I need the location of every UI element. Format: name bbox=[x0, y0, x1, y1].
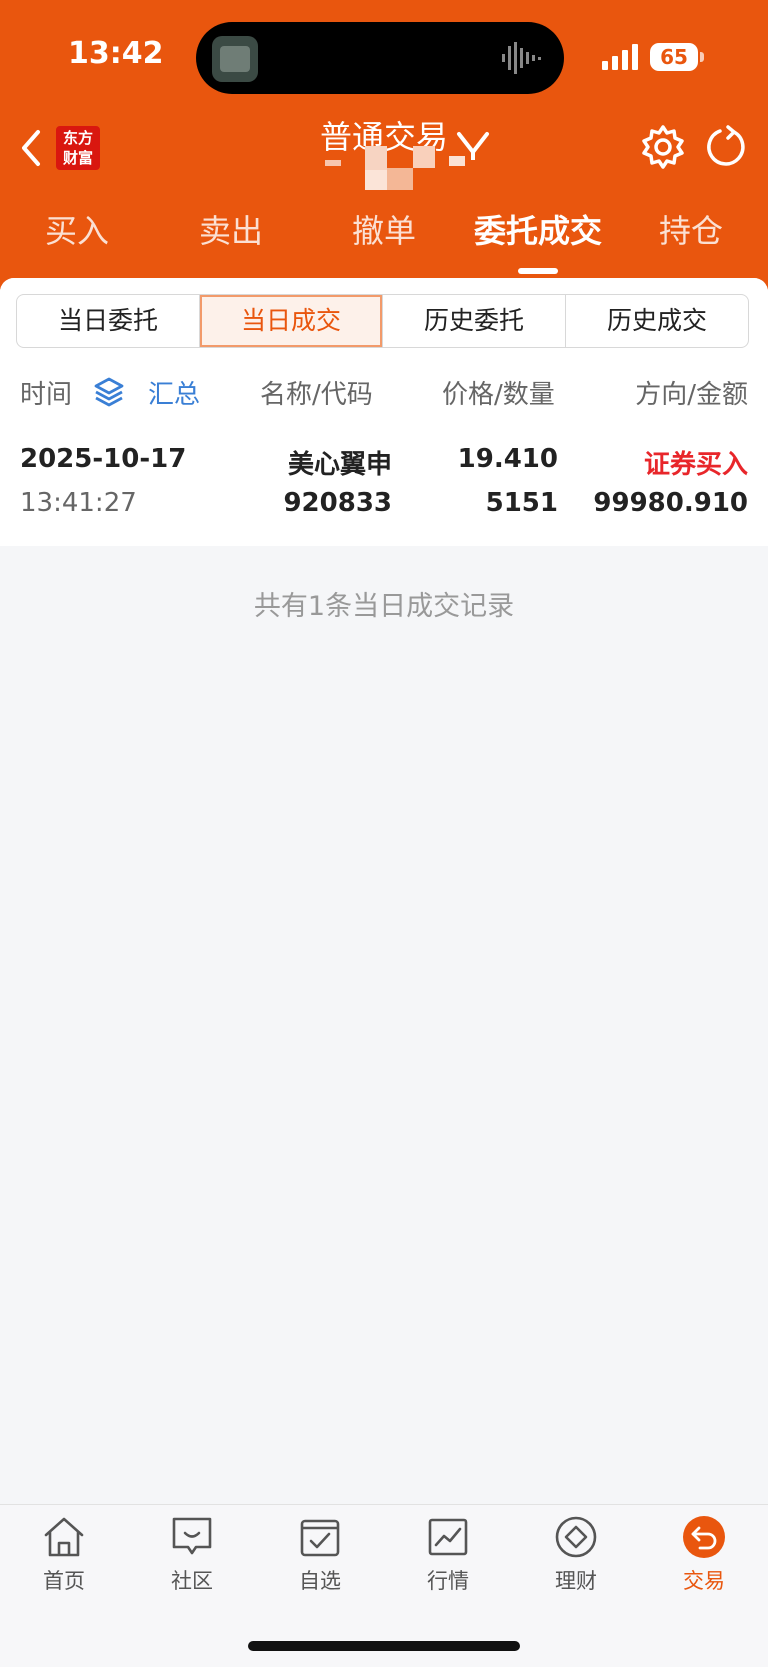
table-header: 时间 汇总 名称/代码 价格/数量 方向/金额 bbox=[0, 374, 768, 418]
nav-community[interactable]: 社区 bbox=[128, 1515, 256, 1595]
tab-positions[interactable]: 持仓 bbox=[614, 206, 768, 252]
tab-orders-trades[interactable]: 委托成交 bbox=[461, 206, 615, 252]
media-thumbnail bbox=[212, 36, 258, 82]
nav-wealth-label: 理财 bbox=[555, 1569, 597, 1593]
active-tab-indicator bbox=[518, 268, 558, 274]
summary-link[interactable]: 汇总 bbox=[148, 374, 200, 411]
col-name-code: 名称/代码 bbox=[260, 380, 373, 410]
tab-sell[interactable]: 卖出 bbox=[154, 206, 308, 252]
settings-button[interactable] bbox=[640, 124, 686, 174]
col-dir-amount: 方向/金额 bbox=[635, 380, 748, 410]
nav-trade-label: 交易 bbox=[683, 1569, 725, 1593]
col-time: 时间 bbox=[20, 380, 73, 410]
market-icon bbox=[428, 1518, 468, 1556]
battery-nub bbox=[700, 52, 704, 62]
trade-direction: 证券买入 bbox=[643, 450, 748, 480]
subtab-history-trades[interactable]: 历史成交 bbox=[566, 295, 748, 347]
record-count-note: 共有1条当日成交记录 bbox=[253, 591, 515, 622]
trade-amount: 99980.910 bbox=[593, 488, 748, 518]
account-mosaic bbox=[325, 146, 465, 190]
content-area: 当日委托 当日成交 历史委托 历史成交 时间 汇总 名称/代码 价格/数量 方向… bbox=[0, 278, 768, 1667]
nav-watchlist-label: 自选 bbox=[299, 1569, 341, 1593]
sub-tab-bar: 当日委托 当日成交 历史委托 历史成交 bbox=[16, 294, 749, 348]
table-row[interactable]: 2025-10-17 13:41:27 美心翼申 920833 19.410 5… bbox=[0, 444, 768, 544]
nav-watchlist[interactable]: 自选 bbox=[256, 1515, 384, 1595]
gear-icon bbox=[642, 125, 684, 169]
trades-panel: 当日委托 当日成交 历史委托 历史成交 时间 汇总 名称/代码 价格/数量 方向… bbox=[0, 278, 768, 546]
subtab-today-trades[interactable]: 当日成交 bbox=[200, 295, 383, 347]
nav-home-label: 首页 bbox=[43, 1569, 85, 1593]
subtab-history-orders[interactable]: 历史委托 bbox=[383, 295, 566, 347]
nav-wealth[interactable]: 理财 bbox=[512, 1515, 640, 1595]
nav-home[interactable]: 首页 bbox=[0, 1515, 128, 1595]
col-price-qty: 价格/数量 bbox=[442, 380, 555, 410]
watchlist-icon bbox=[300, 1519, 340, 1557]
home-icon bbox=[44, 1517, 84, 1557]
stock-code: 920833 bbox=[283, 488, 392, 518]
audio-wave-icon bbox=[502, 42, 541, 74]
signal-icon bbox=[602, 44, 638, 70]
trade-icon bbox=[683, 1516, 725, 1558]
nav-market[interactable]: 行情 bbox=[384, 1515, 512, 1595]
main-tab-bar: 买入 卖出 撤单 委托成交 持仓 bbox=[0, 206, 768, 266]
trade-date: 2025-10-17 bbox=[20, 444, 187, 474]
dynamic-island bbox=[196, 22, 564, 94]
trade-price: 19.410 bbox=[457, 444, 558, 474]
refresh-button[interactable] bbox=[704, 124, 748, 174]
refresh-icon bbox=[707, 125, 745, 166]
nav-trade[interactable]: 交易 bbox=[640, 1515, 768, 1595]
stock-name: 美心翼申 bbox=[287, 450, 392, 480]
wealth-icon bbox=[555, 1516, 597, 1558]
subtab-today-orders[interactable]: 当日委托 bbox=[17, 295, 200, 347]
nav-market-label: 行情 bbox=[427, 1569, 469, 1593]
home-indicator bbox=[248, 1641, 520, 1651]
battery-level: 65 bbox=[650, 43, 698, 71]
app-header: 13:42 65 东方 财富 普通交易 买入 卖出 撤单 委托成交 持仓 bbox=[0, 0, 768, 290]
community-icon bbox=[172, 1517, 212, 1555]
tab-buy[interactable]: 买入 bbox=[0, 206, 154, 252]
layers-icon[interactable] bbox=[93, 376, 125, 410]
trade-quantity: 5151 bbox=[485, 488, 558, 518]
trade-time: 13:41:27 bbox=[20, 488, 137, 518]
nav-community-label: 社区 bbox=[171, 1569, 213, 1593]
tab-cancel[interactable]: 撤单 bbox=[307, 206, 461, 252]
status-time: 13:42 bbox=[68, 36, 164, 71]
